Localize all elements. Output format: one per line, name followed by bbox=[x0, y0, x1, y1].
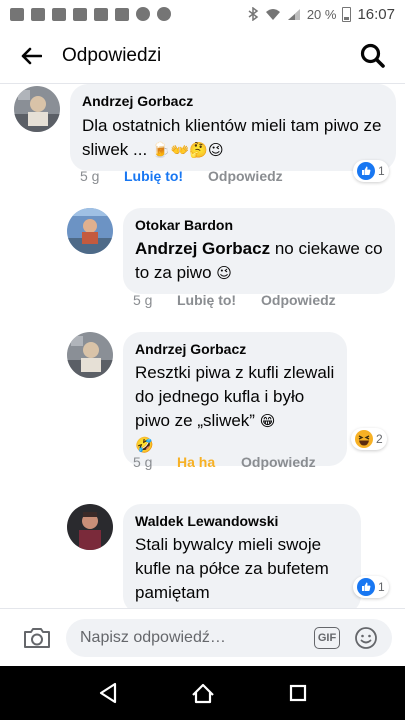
comment-age: 5 g bbox=[133, 454, 153, 470]
comment-bubble[interactable]: Waldek Lewandowski Stali bywalcy mieli s… bbox=[123, 504, 361, 608]
search-icon bbox=[360, 43, 385, 68]
mail-notification-icon bbox=[94, 7, 108, 21]
image-notification-icon bbox=[115, 7, 129, 21]
comment-bubble[interactable]: Andrzej Gorbacz Resztki piwa z kufli zle… bbox=[123, 332, 347, 466]
mail-notification-icon bbox=[73, 7, 87, 21]
avatar[interactable] bbox=[67, 332, 113, 378]
reply-button[interactable]: Odpowiedz bbox=[208, 168, 283, 184]
reply-button[interactable]: Odpowiedz bbox=[241, 454, 316, 470]
reaction-count: 1 bbox=[378, 580, 385, 594]
reply-button[interactable]: Odpowiedz bbox=[261, 292, 336, 308]
messenger-notification-icon bbox=[10, 7, 24, 21]
mention-link[interactable]: Andrzej Gorbacz bbox=[135, 239, 270, 258]
comment: Otokar Bardon Andrzej Gorbacz no ciekawe… bbox=[67, 208, 395, 294]
nav-back-button[interactable] bbox=[94, 679, 122, 707]
reaction-summary[interactable]: 1 bbox=[353, 576, 389, 598]
comment-author[interactable]: Waldek Lewandowski bbox=[135, 512, 349, 530]
comment-author[interactable]: Otokar Bardon bbox=[135, 216, 383, 234]
emoji-sequence: 😉 bbox=[216, 264, 232, 282]
haha-reaction-button[interactable]: Ha ha bbox=[177, 454, 241, 470]
wifi-icon bbox=[265, 8, 280, 20]
reaction-summary[interactable]: 2 bbox=[351, 428, 387, 450]
square-recents-icon bbox=[289, 684, 306, 702]
bulb-notification-icon bbox=[136, 7, 150, 21]
camera-icon bbox=[24, 627, 50, 648]
reply-thread[interactable]: Andrzej Gorbacz Dla ostatnich klientów m… bbox=[0, 84, 405, 608]
comment-body: Dla ostatnich klientów mieli tam piwo ze… bbox=[82, 116, 382, 159]
like-button[interactable]: Lubię to! bbox=[124, 168, 208, 184]
comment-author[interactable]: Andrzej Gorbacz bbox=[135, 340, 335, 358]
comment: Waldek Lewandowski Stali bywalcy mieli s… bbox=[67, 504, 361, 608]
comment: Andrzej Gorbacz Resztki piwa z kufli zle… bbox=[67, 332, 347, 466]
home-icon bbox=[191, 683, 214, 704]
comment-author[interactable]: Andrzej Gorbacz bbox=[82, 92, 384, 110]
nav-recents-button[interactable] bbox=[284, 679, 312, 707]
comment-age: 5 g bbox=[133, 292, 153, 308]
reply-composer: Napisz odpowiedź… GIF bbox=[0, 608, 405, 666]
avatar[interactable] bbox=[67, 504, 113, 550]
like-button[interactable]: Lubię to! bbox=[177, 292, 261, 308]
avatar-photo bbox=[14, 86, 60, 132]
laughing-emoji-icon bbox=[355, 430, 373, 448]
reaction-count: 2 bbox=[376, 432, 383, 446]
smiley-icon bbox=[355, 627, 377, 649]
app-notification-icon bbox=[157, 7, 171, 21]
comment-text: Dla ostatnich klientów mieli tam piwo ze… bbox=[82, 114, 384, 162]
comment-body: Resztki piwa z kufli zlewali do jednego … bbox=[135, 363, 335, 430]
gif-button[interactable]: GIF bbox=[314, 627, 340, 649]
facebook-notification-icon bbox=[31, 7, 45, 21]
facebook-notification-icon bbox=[52, 7, 66, 21]
signal-icon bbox=[287, 8, 300, 20]
reply-placeholder: Napisz odpowiedź… bbox=[80, 629, 226, 646]
avatar[interactable] bbox=[67, 208, 113, 254]
avatar-photo bbox=[67, 504, 113, 550]
triangle-back-icon bbox=[99, 682, 116, 704]
emoji-picker-button[interactable] bbox=[354, 626, 378, 650]
reaction-count: 1 bbox=[378, 164, 385, 178]
emoji-sequence: 🍺👐🤔😉 bbox=[151, 141, 224, 159]
search-button[interactable] bbox=[359, 42, 387, 70]
comment-actions: 5 g Ha ha Odpowiedz bbox=[133, 454, 316, 470]
comment-age: 5 g bbox=[80, 168, 100, 184]
app-header: Odpowiedzi bbox=[0, 28, 405, 84]
comment-text: Stali bywalcy mieli swoje kufle na półce… bbox=[135, 535, 329, 602]
comment: Andrzej Gorbacz Dla ostatnich klientów m… bbox=[14, 84, 396, 171]
back-button[interactable] bbox=[0, 28, 62, 84]
thumbs-up-icon bbox=[357, 578, 375, 596]
comment-actions: 5 g Lubię to! Odpowiedz bbox=[80, 168, 283, 184]
nav-home-button[interactable] bbox=[189, 679, 217, 707]
page-title: Odpowiedzi bbox=[62, 44, 162, 66]
comment-bubble[interactable]: Andrzej Gorbacz Dla ostatnich klientów m… bbox=[70, 84, 396, 171]
notification-icons bbox=[10, 7, 171, 21]
camera-button[interactable] bbox=[22, 626, 52, 650]
avatar-photo bbox=[67, 208, 113, 254]
avatar[interactable] bbox=[14, 86, 60, 132]
battery-icon bbox=[342, 6, 352, 22]
thumbs-up-icon bbox=[357, 162, 375, 180]
comment-text: Resztki piwa z kufli zlewali do jednego … bbox=[135, 361, 335, 457]
bluetooth-icon bbox=[248, 7, 259, 21]
comment-bubble[interactable]: Otokar Bardon Andrzej Gorbacz no ciekawe… bbox=[123, 208, 395, 294]
comment-text: Andrzej Gorbacz no ciekawe co to za piwo… bbox=[135, 237, 383, 285]
reaction-summary[interactable]: 1 bbox=[353, 160, 389, 182]
avatar-photo bbox=[67, 332, 113, 378]
arrow-left-icon bbox=[21, 47, 42, 64]
status-bar: 20 % 16:07 bbox=[0, 0, 405, 28]
comment-actions: 5 g Lubię to! Odpowiedz bbox=[133, 292, 336, 308]
system-icons: 20 % 16:07 bbox=[247, 6, 395, 23]
reply-input[interactable]: Napisz odpowiedź… GIF bbox=[66, 619, 392, 657]
clock: 16:07 bbox=[357, 5, 395, 23]
battery-percent: 20 % bbox=[306, 6, 337, 22]
system-nav-bar bbox=[0, 666, 405, 720]
emoji: 😁 bbox=[259, 412, 276, 430]
